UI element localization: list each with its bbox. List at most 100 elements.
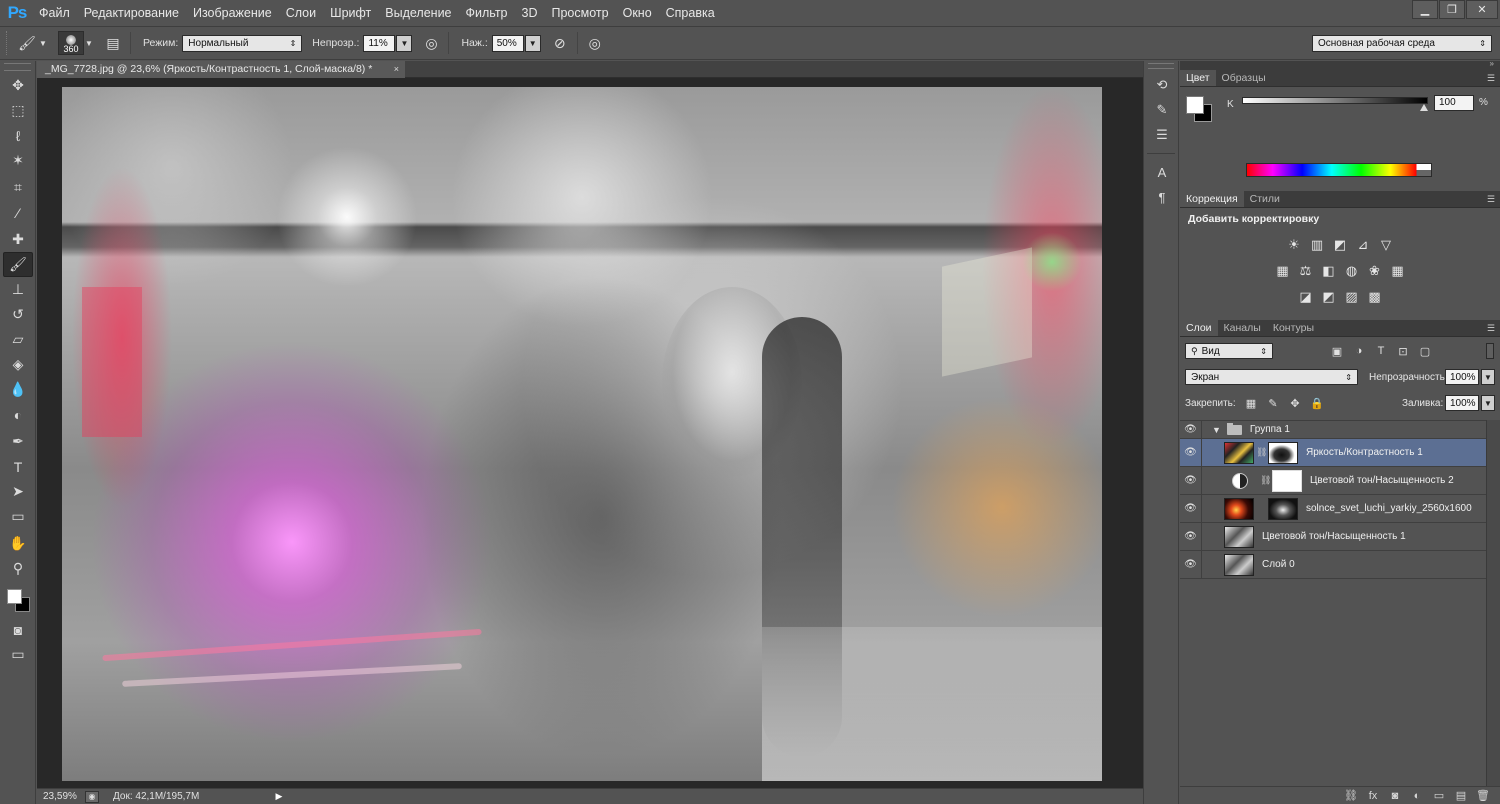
lock-icon[interactable]: ▦ — [1240, 394, 1262, 412]
tab-channels[interactable]: Каналы — [1218, 320, 1267, 336]
menu-item[interactable]: Изображение — [186, 0, 279, 26]
layer-row[interactable]: 👁 solnce_svet_luchi_yarkiy_2560x1600 — [1180, 495, 1486, 523]
pen-tool[interactable]: ✒ — [3, 429, 33, 454]
adjustment-icon[interactable]: ▩ — [1364, 287, 1385, 306]
lock-icon[interactable]: ✎ — [1262, 394, 1284, 412]
hand-tool[interactable]: ✋ — [3, 531, 33, 556]
add-mask-icon[interactable]: ◙ — [1384, 788, 1406, 804]
layer-row[interactable]: 👁 Слой 0 — [1180, 551, 1486, 579]
options-bar-grip[interactable] — [6, 31, 10, 55]
adjustment-icon[interactable]: ▨ — [1341, 287, 1362, 306]
mode-select[interactable]: Нормальный ⇕ — [182, 34, 303, 52]
menu-item[interactable]: Файл — [32, 0, 77, 26]
panel-menu-icon[interactable]: ☰ — [1487, 73, 1495, 84]
opacity-dropdown-button[interactable]: ▼ — [396, 34, 413, 52]
close-document-icon[interactable]: × — [394, 61, 399, 78]
adjustment-icon[interactable]: ⚖ — [1295, 261, 1316, 280]
panel-strip-grip[interactable] — [1148, 63, 1174, 69]
lock-icon[interactable]: ✥ — [1284, 394, 1306, 412]
clone-stamp-tool[interactable]: ⊥ — [3, 277, 33, 302]
status-menu-arrow-icon[interactable]: ▶ — [273, 791, 285, 803]
pressure-size-icon[interactable]: ◎ — [584, 35, 606, 52]
link-layers-icon[interactable]: ⛓ — [1340, 788, 1362, 804]
menu-item[interactable]: Редактирование — [77, 0, 186, 26]
k-slider-thumb[interactable] — [1420, 104, 1429, 111]
color-panel-foreground-swatch[interactable] — [1186, 96, 1204, 114]
zoom-level-field[interactable]: 23,59% — [37, 791, 81, 802]
tab-layers[interactable]: Слои — [1180, 320, 1218, 336]
new-group-icon[interactable]: ▭ — [1428, 788, 1450, 804]
layer-filter-toggle[interactable] — [1486, 343, 1494, 359]
menu-item[interactable]: Шрифт — [323, 0, 378, 26]
link-icon[interactable]: ⛓ — [1260, 475, 1271, 486]
move-tool[interactable]: ✥ — [3, 73, 33, 98]
menu-item[interactable]: Просмотр — [545, 0, 616, 26]
chevron-down-icon[interactable]: ▼ — [38, 39, 48, 48]
panel-collapse-bar[interactable]: » — [1180, 59, 1500, 70]
brush-preset-icon[interactable]: 🖌 — [16, 35, 38, 52]
tab-color[interactable]: Цвет — [1180, 70, 1216, 86]
lasso-tool[interactable]: ℓ — [3, 123, 33, 148]
layer-row[interactable]: 👁 ▼ Группа 1 — [1180, 421, 1486, 439]
menu-item[interactable]: Фильтр — [459, 0, 515, 26]
layer-opacity-input[interactable]: 100% — [1445, 369, 1479, 385]
adjustment-icon[interactable]: ❀ — [1364, 261, 1385, 280]
paint-bucket-tool[interactable]: ◈ — [3, 352, 33, 377]
tab-swatches[interactable]: Образцы — [1216, 70, 1272, 86]
color-spectrum-bar[interactable] — [1246, 163, 1432, 177]
character-panel-button[interactable]: A — [1148, 160, 1176, 184]
adjustment-icon[interactable]: ☀ — [1284, 235, 1305, 254]
history-brush-tool[interactable]: ↺ — [3, 302, 33, 327]
new-adjustment-icon[interactable]: ◐ — [1406, 788, 1428, 804]
rectangle-tool[interactable]: ▭ — [3, 504, 33, 529]
opacity-input[interactable]: 11% — [363, 34, 396, 52]
layer-filter-icon[interactable]: ⊡ — [1392, 342, 1414, 360]
pressure-opacity-icon[interactable]: ◎ — [420, 35, 442, 52]
brush-size-picker[interactable]: 360 — [58, 31, 84, 55]
eye-icon[interactable]: 👁 — [1180, 467, 1202, 494]
layer-row[interactable]: 👁 ⛓ Яркость/Контрастность 1 — [1180, 439, 1486, 467]
close-window-button[interactable]: ✕ — [1466, 0, 1498, 19]
airbrush-icon[interactable]: ⊘ — [549, 35, 571, 52]
magic-wand-tool[interactable]: ✶ — [3, 148, 33, 173]
eye-icon[interactable]: 👁 — [1180, 421, 1202, 438]
image-canvas[interactable] — [62, 87, 1102, 781]
document-tab[interactable]: _MG_7728.jpg @ 23,6% (Яркость/Контрастно… — [37, 61, 405, 78]
brush-preset-panel-button[interactable]: ✎ — [1148, 98, 1176, 122]
layers-scrollbar[interactable] — [1486, 420, 1500, 800]
eraser-tool[interactable]: ▱ — [3, 327, 33, 352]
layer-mask-thumbnail[interactable] — [1268, 441, 1298, 464]
path-selection-tool[interactable]: ➤ — [3, 479, 33, 504]
fill-input[interactable]: 100% — [1445, 395, 1479, 411]
link-icon[interactable]: ⛓ — [1256, 447, 1267, 458]
brush-tool[interactable]: 🖌 — [3, 252, 33, 277]
layer-mask-thumbnail[interactable] — [1268, 497, 1298, 520]
adjustment-icon[interactable]: ◩ — [1330, 235, 1351, 254]
brush-panel-button[interactable]: ☰ — [1148, 123, 1176, 147]
new-layer-icon[interactable]: ▤ — [1450, 788, 1472, 804]
tab-adjustments[interactable]: Коррекция — [1180, 191, 1244, 207]
type-tool[interactable]: T — [3, 454, 33, 479]
menu-item[interactable]: 3D — [515, 0, 545, 26]
chevron-down-icon[interactable]: ▼ — [1212, 425, 1221, 435]
menu-item[interactable]: Окно — [616, 0, 659, 26]
adjustment-icon[interactable]: ◧ — [1318, 261, 1339, 280]
adjustment-icon[interactable]: ⊿ — [1353, 235, 1374, 254]
flow-dropdown-button[interactable]: ▼ — [524, 34, 541, 52]
adjustment-icon[interactable]: ▦ — [1272, 261, 1293, 280]
restore-button[interactable]: ❐ — [1439, 0, 1465, 19]
history-panel-button[interactable]: ⟲ — [1148, 73, 1176, 97]
adjustment-icon[interactable]: ◍ — [1341, 261, 1362, 280]
layer-row[interactable]: 👁 Цветовой тон/Насыщенность 1 — [1180, 523, 1486, 551]
layer-mask-thumbnail[interactable] — [1272, 469, 1302, 492]
fill-dropdown-button[interactable]: ▼ — [1481, 395, 1495, 411]
healing-brush-tool[interactable]: ✚ — [3, 227, 33, 252]
zoom-tool[interactable]: ⚲ — [3, 556, 33, 581]
layer-opacity-dropdown-button[interactable]: ▼ — [1481, 369, 1495, 385]
collapse-icon[interactable]: » — [1490, 59, 1494, 68]
eye-icon[interactable]: 👁 — [1180, 439, 1202, 466]
delete-layer-icon[interactable]: 🗑 — [1472, 788, 1494, 804]
layer-row[interactable]: 👁 ⛓ Цветовой тон/Насыщенность 2 — [1180, 467, 1486, 495]
k-channel-slider[interactable] — [1242, 97, 1428, 104]
menu-item[interactable]: Справка — [659, 0, 722, 26]
